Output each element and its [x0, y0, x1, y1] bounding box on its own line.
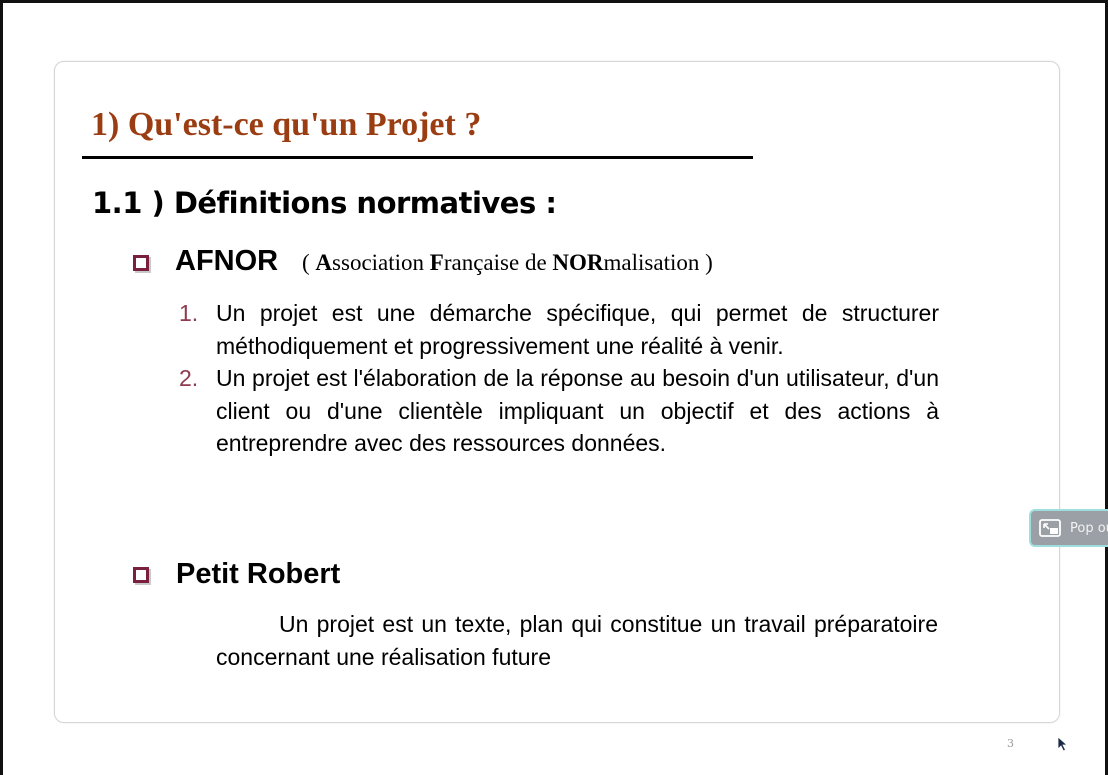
afnor-heading: AFNOR	[175, 245, 279, 277]
slide-page: 1) Qu'est-ce qu'un Projet ? 1.1 ) Défini…	[54, 61, 1060, 723]
afnor-definitions-list: 1. Un projet est une démarche spécifique…	[179, 297, 939, 460]
definition-item: 1. Un projet est une démarche spécifique…	[179, 297, 939, 362]
mouse-pointer-icon	[1057, 736, 1069, 752]
page-number: 3	[1007, 737, 1014, 750]
afnor-full-name-part: malisation )	[603, 250, 713, 275]
afnor-full-name-part: rançaise de	[443, 250, 553, 275]
popout-button[interactable]: Pop out	[1029, 509, 1108, 547]
popout-icon	[1039, 519, 1061, 537]
definition-number: 1.	[179, 300, 199, 326]
afnor-full-name-part: F	[429, 250, 444, 275]
definition-item: 2. Un projet est l'élaboration de la rép…	[179, 362, 939, 460]
afnor-full-name-part: A	[315, 250, 333, 275]
section-subtitle: 1.1 ) Définitions normatives :	[92, 186, 557, 220]
square-bullet-icon	[133, 567, 149, 583]
square-bullet-icon	[133, 255, 149, 271]
petit-robert-heading: Petit Robert	[176, 558, 341, 590]
afnor-full-name: ( Association Française de NORmalisation…	[302, 250, 713, 276]
afnor-full-name-part: ssociation	[332, 250, 430, 275]
afnor-full-name-part: NOR	[552, 250, 604, 275]
afnor-full-name-part: (	[302, 250, 316, 275]
definition-text: Un projet est l'élaboration de la répons…	[216, 365, 939, 456]
slide-title: 1) Qu'est-ce qu'un Projet ?	[91, 106, 482, 143]
petit-robert-definition: Un projet est un texte, plan qui constit…	[216, 611, 938, 670]
definition-number: 2.	[179, 365, 199, 391]
popout-label: Pop out	[1070, 520, 1108, 536]
definition-text: Un projet est une démarche spécifique, q…	[216, 300, 939, 359]
document-viewer: 1) Qu'est-ce qu'un Projet ? 1.1 ) Défini…	[0, 0, 1108, 775]
title-underline	[82, 156, 753, 159]
